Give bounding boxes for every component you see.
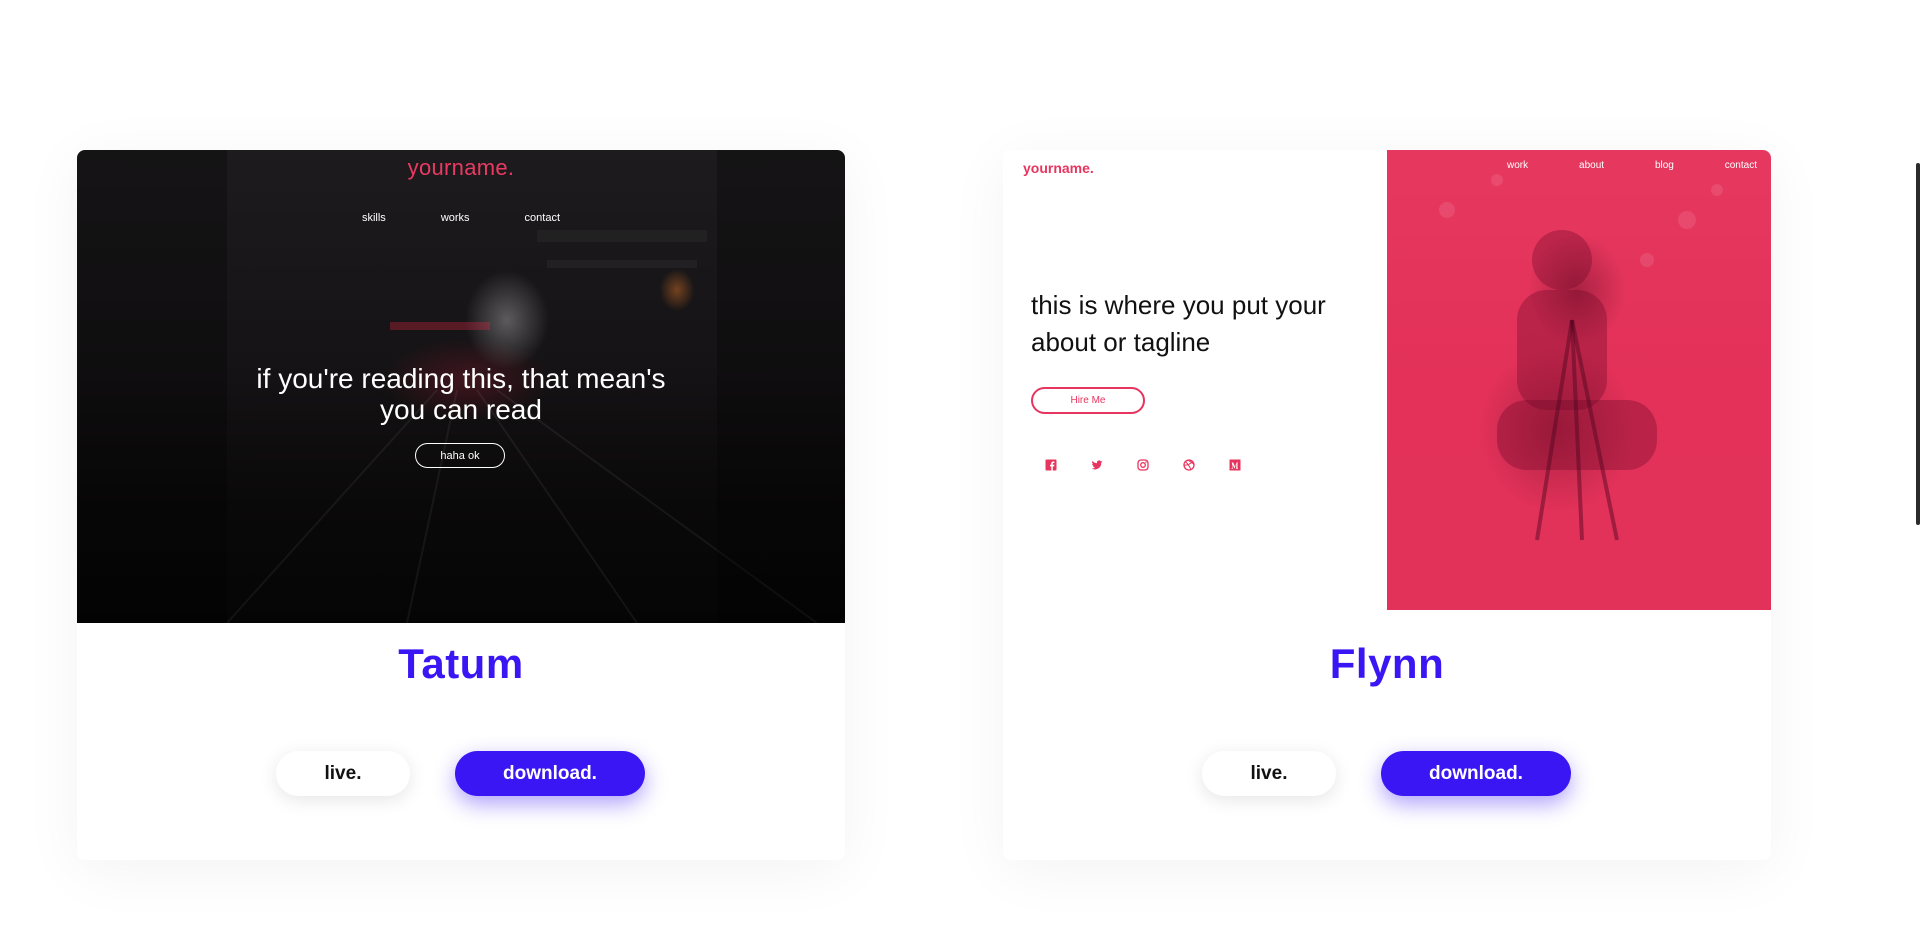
template-preview-flynn[interactable]: yourname. work about blog contact this i… — [1003, 150, 1771, 623]
template-preview-tatum[interactable]: yourname. skills works contact if you're… — [77, 150, 845, 623]
preview-hero-line-1: if you're reading this, that mean's — [256, 363, 666, 394]
preview-hero-line-2: you can read — [380, 394, 542, 425]
preview-hero-text: this is where you put your about or tagl… — [1031, 287, 1371, 361]
templates-page: yourname. skills works contact if you're… — [0, 0, 1920, 936]
preview-hero-line-1: this is where you put your — [1031, 290, 1326, 320]
medium-icon — [1229, 459, 1241, 471]
preview-hire-button: Hire Me — [1031, 387, 1145, 414]
preview-social-icons — [1045, 459, 1241, 471]
facebook-icon — [1045, 459, 1057, 471]
preview-nav-item-work: work — [1507, 160, 1529, 171]
template-title: Tatum — [398, 640, 524, 687]
template-title: Flynn — [1329, 640, 1445, 687]
preview-nav-item-blog: blog — [1654, 160, 1674, 171]
photographer-photo — [1387, 150, 1771, 610]
preview-nav-item-skills: skills — [361, 212, 386, 224]
preview-nav-item-works: works — [440, 212, 470, 224]
preview-nav-item-contact: contact — [1724, 160, 1757, 171]
template-card-tatum: yourname. skills works contact if you're… — [77, 150, 845, 860]
preview-nav: work about blog contact — [1507, 160, 1757, 171]
live-button[interactable]: live. — [276, 751, 410, 796]
preview-nav-item-about: about — [1579, 160, 1605, 171]
instagram-icon — [1137, 459, 1149, 471]
dribbble-icon — [1183, 459, 1195, 471]
download-button[interactable]: download. — [455, 751, 645, 796]
page-scrollbar[interactable] — [1916, 163, 1920, 525]
preview-nav: skills works contact — [77, 212, 845, 224]
photographer-silhouette-graphic — [1439, 174, 1723, 541]
preview-logo: yourname. — [1023, 160, 1094, 176]
preview-hero-line-2: about or tagline — [1031, 327, 1211, 357]
twitter-icon — [1091, 459, 1103, 471]
template-card-flynn: yourname. work about blog contact this i… — [1003, 150, 1771, 860]
preview-cta-button: haha ok — [415, 443, 505, 468]
preview-logo: yourname. — [407, 155, 515, 180]
download-button[interactable]: download. — [1381, 751, 1571, 796]
preview-nav-item-contact: contact — [524, 212, 561, 224]
preview-hero-text: if you're reading this, that mean's you … — [77, 363, 845, 425]
live-button[interactable]: live. — [1202, 751, 1336, 796]
